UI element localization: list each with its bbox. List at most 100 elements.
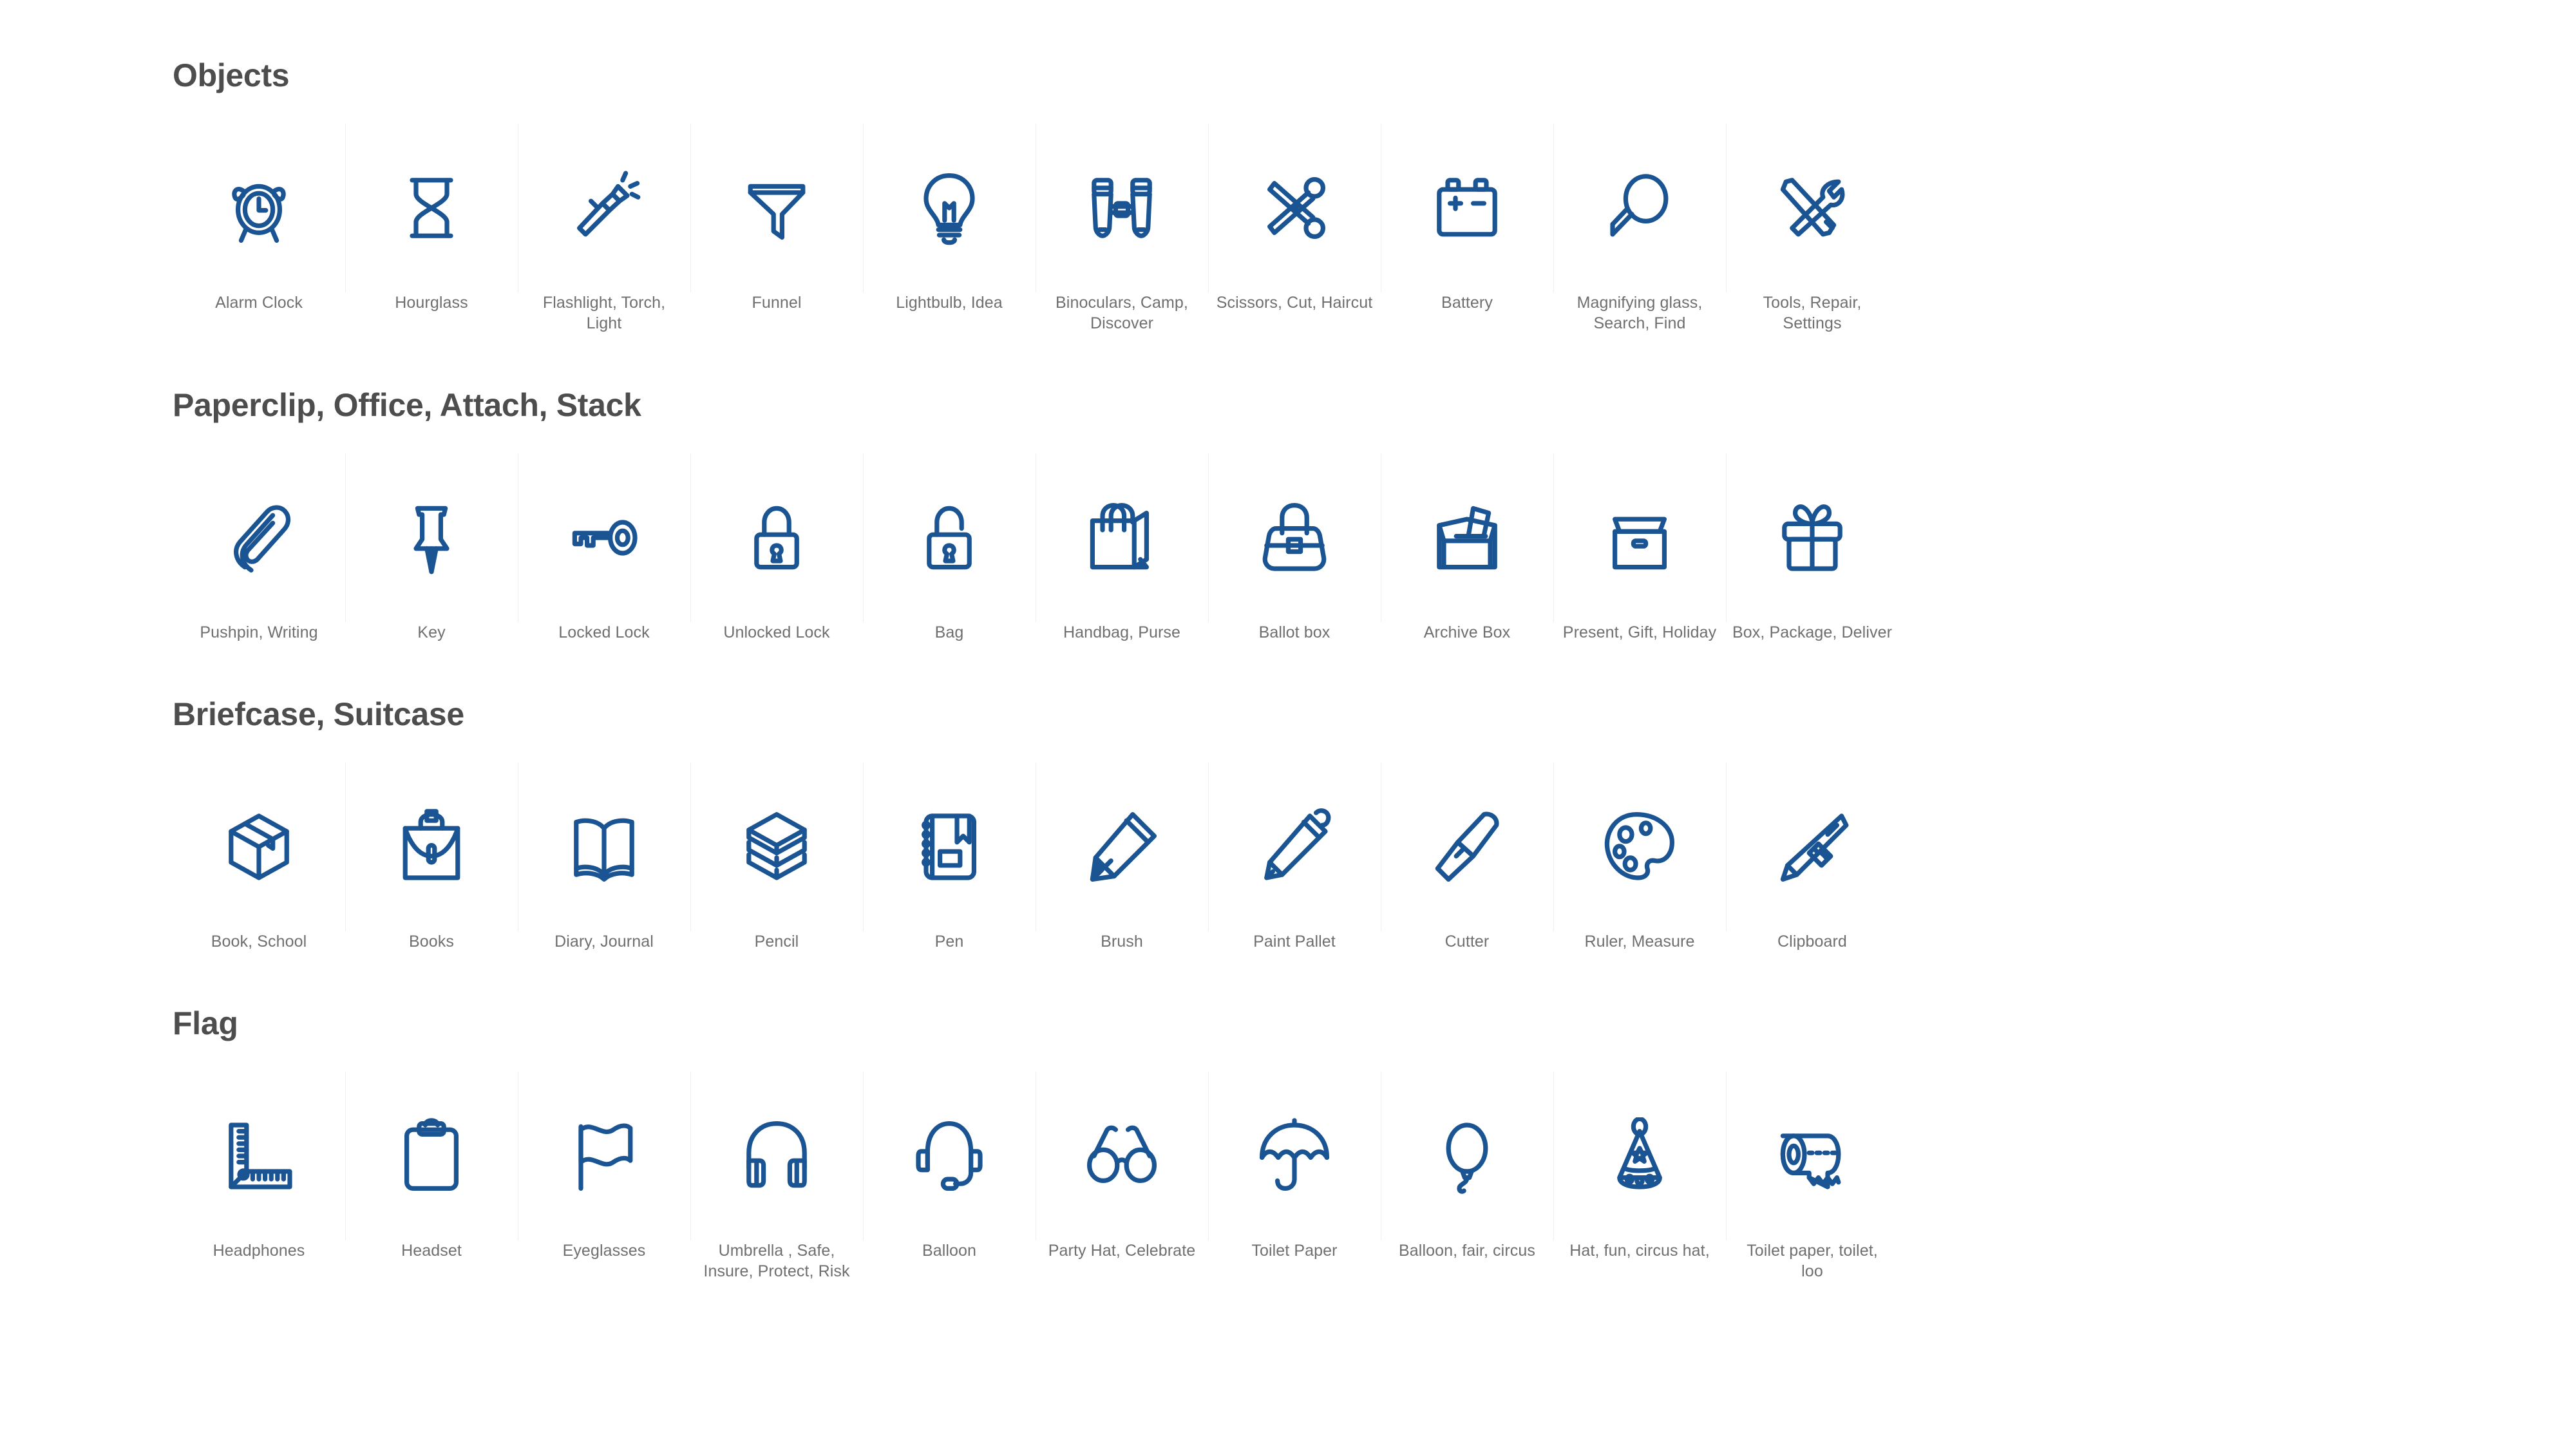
icon-cell[interactable]: Toilet Paper — [1208, 1072, 1381, 1282]
party-hat-icon[interactable] — [1553, 1072, 1726, 1240]
section-title: Briefcase, Suitcase — [173, 696, 464, 732]
paintbrush-icon[interactable] — [1381, 762, 1553, 931]
cutter-knife-icon[interactable] — [1726, 762, 1899, 931]
pen-icon[interactable] — [1208, 762, 1381, 931]
icon-cell[interactable]: Clipboard — [1726, 762, 1899, 952]
icon-cell[interactable]: Key — [345, 453, 518, 643]
shopping-bag-icon[interactable] — [1036, 453, 1208, 622]
icon-cell[interactable]: Balloon, fair, circus — [1381, 1072, 1553, 1282]
ballot-box-icon[interactable] — [1381, 453, 1553, 622]
clipboard-icon[interactable] — [345, 1072, 518, 1240]
pencil-icon[interactable] — [1036, 762, 1208, 931]
icon-label: Unlocked Lock — [723, 623, 830, 641]
icon-cell[interactable]: Handbag, Purse — [1036, 453, 1208, 643]
pushpin-icon[interactable] — [345, 453, 518, 622]
icon-grid: Alarm Clock Hourglass Flashlight, Torch,… — [173, 124, 1899, 334]
icon-cell[interactable]: Tools, Repair, Settings — [1726, 124, 1899, 334]
paperclip-icon[interactable] — [173, 453, 345, 622]
locked-lock-icon[interactable] — [690, 453, 863, 622]
flashlight-icon[interactable] — [518, 124, 690, 292]
gift-icon[interactable] — [1726, 453, 1899, 622]
briefcase-icon[interactable] — [345, 762, 518, 931]
icon-label: Handbag, Purse — [1063, 623, 1181, 641]
icon-label: Brush — [1101, 933, 1143, 951]
icon-label: Pushpin, Writing — [200, 623, 318, 641]
icon-cell[interactable]: Eyeglasses — [518, 1072, 690, 1282]
books-stack-icon[interactable] — [690, 762, 863, 931]
icon-label: Alarm Clock — [215, 294, 303, 312]
icon-cell[interactable]: Brush — [1036, 762, 1208, 952]
icon-cell[interactable]: Ruler, Measure — [1553, 762, 1726, 952]
alarm-clock-icon[interactable] — [173, 124, 345, 292]
icon-cell[interactable]: Ballot box — [1208, 453, 1381, 643]
unlocked-lock-icon[interactable] — [863, 453, 1036, 622]
headphones-icon[interactable] — [690, 1072, 863, 1240]
lightbulb-icon[interactable] — [863, 124, 1036, 292]
archive-box-icon[interactable] — [1553, 453, 1726, 622]
battery-icon[interactable] — [1381, 124, 1553, 292]
icon-cell[interactable]: Pencil — [690, 762, 863, 952]
icon-label: Hat, fun, circus hat, — [1569, 1242, 1710, 1260]
eyeglasses-icon[interactable] — [1036, 1072, 1208, 1240]
icon-cell[interactable]: Binoculars, Camp, Discover — [1036, 124, 1208, 334]
icon-cell[interactable]: Balloon — [863, 1072, 1036, 1282]
column-divider — [1553, 453, 1554, 622]
notebook-icon[interactable] — [863, 762, 1036, 931]
toilet-paper-icon[interactable] — [1726, 1072, 1899, 1240]
icon-cell[interactable]: Lightbulb, Idea — [863, 124, 1036, 334]
ruler-icon[interactable] — [173, 1072, 345, 1240]
icon-cell[interactable]: Unlocked Lock — [690, 453, 863, 643]
flag-icon[interactable] — [518, 1072, 690, 1240]
icon-library-page: Objects Alarm Clock Hourglass Flashlight… — [0, 0, 2576, 1449]
handbag-icon[interactable] — [1208, 453, 1381, 622]
icon-label: Binoculars, Camp, Discover — [1056, 294, 1188, 332]
package-box-icon[interactable] — [173, 762, 345, 931]
icon-cell[interactable]: Box, Package, Deliver — [1726, 453, 1899, 643]
icon-cell[interactable]: Headset — [345, 1072, 518, 1282]
icon-label: Bag — [934, 623, 964, 641]
tools-icon[interactable] — [1726, 124, 1899, 292]
magnifying-glass-icon[interactable] — [1553, 124, 1726, 292]
column-divider — [1553, 124, 1554, 292]
section-title: Objects — [173, 57, 290, 93]
icon-cell[interactable]: Diary, Journal — [518, 762, 690, 952]
icon-cell[interactable]: Funnel — [690, 124, 863, 334]
column-divider — [690, 762, 691, 931]
icon-label: Toilet Paper — [1251, 1242, 1338, 1260]
icon-cell[interactable]: Archive Box — [1381, 453, 1553, 643]
icon-cell[interactable]: Hat, fun, circus hat, — [1553, 1072, 1726, 1282]
icon-label: Box, Package, Deliver — [1732, 623, 1893, 641]
icon-cell[interactable]: Bag — [863, 453, 1036, 643]
balloon-icon[interactable] — [1381, 1072, 1553, 1240]
icon-cell[interactable]: Scissors, Cut, Haircut — [1208, 124, 1381, 334]
funnel-icon[interactable] — [690, 124, 863, 292]
scissors-icon[interactable] — [1208, 124, 1381, 292]
icon-cell[interactable]: Hourglass — [345, 124, 518, 334]
open-book-icon[interactable] — [518, 762, 690, 931]
icon-cell[interactable]: Party Hat, Celebrate — [1036, 1072, 1208, 1282]
icon-cell[interactable]: Locked Lock — [518, 453, 690, 643]
icon-cell[interactable]: Present, Gift, Holiday — [1553, 453, 1726, 643]
headset-icon[interactable] — [863, 1072, 1036, 1240]
icon-cell[interactable]: Cutter — [1381, 762, 1553, 952]
umbrella-icon[interactable] — [1208, 1072, 1381, 1240]
icon-cell[interactable]: Book, School — [173, 762, 345, 952]
key-icon[interactable] — [518, 453, 690, 622]
icon-cell[interactable]: Alarm Clock — [173, 124, 345, 334]
icon-cell[interactable]: Pen — [863, 762, 1036, 952]
icon-label: Scissors, Cut, Haircut — [1216, 294, 1373, 312]
icon-cell[interactable]: Magnifying glass, Search, Find — [1553, 124, 1726, 334]
icon-label: Flashlight, Torch, Light — [542, 294, 666, 332]
icon-cell[interactable]: Toilet paper, toilet, loo — [1726, 1072, 1899, 1282]
icon-label: Balloon, fair, circus — [1399, 1242, 1535, 1260]
icon-cell[interactable]: Books — [345, 762, 518, 952]
icon-cell[interactable]: Flashlight, Torch, Light — [518, 124, 690, 334]
icon-cell[interactable]: Paint Pallet — [1208, 762, 1381, 952]
icon-cell[interactable]: Pushpin, Writing — [173, 453, 345, 643]
paint-palette-icon[interactable] — [1553, 762, 1726, 931]
icon-cell[interactable]: Headphones — [173, 1072, 345, 1282]
binoculars-icon[interactable] — [1036, 124, 1208, 292]
icon-cell[interactable]: Battery — [1381, 124, 1553, 334]
hourglass-icon[interactable] — [345, 124, 518, 292]
icon-cell[interactable]: Umbrella , Safe, Insure, Protect, Risk — [690, 1072, 863, 1282]
